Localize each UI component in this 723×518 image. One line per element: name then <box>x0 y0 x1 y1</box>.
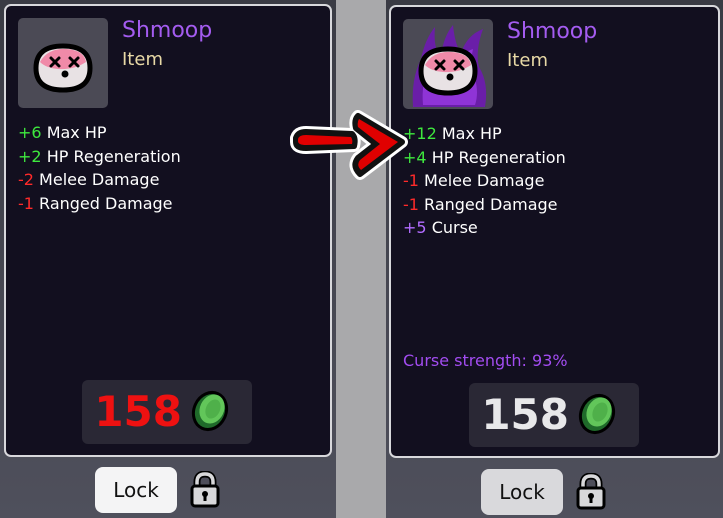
stat-row-melee-damage: -2 Melee Damage <box>18 168 181 192</box>
stat-row-hp-regeneration: +2 HP Regeneration <box>18 145 181 169</box>
stat-row-curse: +5 Curse <box>403 216 566 240</box>
stat-list: +12 Max HP +4 HP Regeneration -1 Melee D… <box>403 122 566 240</box>
stat-row-ranged-damage: -1 Ranged Damage <box>18 192 181 216</box>
stat-label: Ranged Damage <box>39 193 173 213</box>
green-coin-icon <box>191 391 229 431</box>
lock-button[interactable]: Lock <box>95 467 177 513</box>
price-value: 158 <box>481 390 569 439</box>
item-name: Shmoop <box>122 18 213 43</box>
right-arrow-icon <box>290 110 408 180</box>
padlock-icon[interactable] <box>575 473 607 511</box>
stat-row-ranged-damage: -1 Ranged Damage <box>403 193 566 217</box>
stat-label: HP Regeneration <box>431 147 566 167</box>
stat-value: +5 <box>403 218 427 237</box>
stat-label: Ranged Damage <box>424 194 558 214</box>
item-type: Item <box>507 50 548 71</box>
lock-button[interactable]: Lock <box>481 469 563 515</box>
stat-label: Max HP <box>441 124 502 143</box>
curse-strength: Curse strength: 93% <box>403 351 568 370</box>
stat-value: +2 <box>18 146 42 166</box>
green-coin-icon <box>578 394 616 434</box>
price-value: 158 <box>94 387 182 436</box>
stat-value: -2 <box>18 170 34 189</box>
stat-label: Melee Damage <box>39 170 160 189</box>
stat-row-hp-regeneration: +4 HP Regeneration <box>403 146 566 170</box>
stat-row-melee-damage: -1 Melee Damage <box>403 169 566 193</box>
stat-label: Melee Damage <box>424 171 545 190</box>
curse-strength-label: Curse strength: <box>403 351 527 370</box>
stat-value: -1 <box>403 194 419 214</box>
cursed-shmoop-item-icon <box>403 19 493 109</box>
stat-row-max-hp: +6 Max HP <box>18 121 181 145</box>
padlock-icon[interactable] <box>189 471 221 509</box>
price-box: 158 <box>82 380 252 444</box>
item-card-normal: Shmoop Item +6 Max HP +2 HP Regeneration… <box>4 4 332 457</box>
stat-value: +6 <box>18 123 42 142</box>
item-type: Item <box>122 49 163 70</box>
shmoop-item-icon <box>18 18 108 108</box>
price-box: 158 <box>469 383 639 447</box>
stat-label: Max HP <box>46 123 107 142</box>
item-card-cursed: Shmoop Item +12 Max HP +4 HP Regeneratio… <box>389 5 720 458</box>
stat-value: -1 <box>18 193 34 213</box>
curse-strength-value: 93% <box>532 351 568 370</box>
stat-label: Curse <box>431 218 478 237</box>
stat-label: HP Regeneration <box>46 146 181 166</box>
item-name: Shmoop <box>507 19 598 44</box>
stat-list: +6 Max HP +2 HP Regeneration -2 Melee Da… <box>18 121 181 215</box>
stat-row-max-hp: +12 Max HP <box>403 122 566 146</box>
